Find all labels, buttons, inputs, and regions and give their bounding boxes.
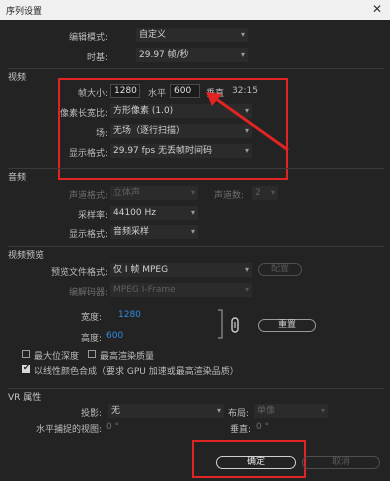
- preview-width-label: 宽度:: [80, 313, 102, 323]
- preview-format-value: 仅 I 帧 MPEG: [113, 265, 169, 275]
- display-format-label: 显示格式:: [68, 149, 108, 159]
- chevron-down-icon: ▾: [216, 406, 221, 415]
- audio-display-format-dropdown[interactable]: 音频采样 ▾: [110, 225, 198, 239]
- timebase-dropdown[interactable]: 29.97 帧/秒 ▾: [136, 48, 248, 62]
- channel-format-label: 声道格式:: [68, 191, 108, 201]
- chevron-down-icon: ▾: [190, 208, 195, 217]
- channels-label: 声道数:: [214, 191, 245, 201]
- chevron-down-icon: ▾: [240, 30, 245, 39]
- layout-dropdown[interactable]: 单像 ▾: [254, 404, 328, 418]
- divider: [8, 388, 384, 389]
- preview-height-label: 高度:: [80, 334, 102, 344]
- chevron-down-icon: ▾: [244, 285, 249, 294]
- codec-dropdown[interactable]: MPEG I-Frame ▾: [110, 283, 252, 297]
- projection-label: 投影:: [80, 409, 102, 419]
- sample-rate-dropdown[interactable]: 44100 Hz ▾: [110, 206, 198, 220]
- max-depth-checkbox[interactable]: [22, 350, 30, 358]
- horizontal-label: 水平: [148, 89, 167, 99]
- max-depth-label: 最大位深度: [34, 352, 80, 362]
- pixel-aspect-value: 方形像素 (1.0): [113, 106, 174, 116]
- divider: [8, 246, 384, 247]
- display-format-value: 29.97 fps 无丢帧时间码: [113, 146, 213, 156]
- divider: [8, 68, 384, 69]
- edit-mode-dropdown[interactable]: 自定义 ▾: [136, 28, 248, 42]
- vr-section-title: VR 属性: [8, 393, 42, 403]
- frame-height-input[interactable]: 600: [170, 84, 200, 98]
- codec-value: MPEG I-Frame: [113, 285, 176, 295]
- sample-rate-label: 采样率:: [77, 211, 108, 221]
- edit-mode-value: 自定义: [139, 30, 167, 40]
- vertical-vr-value[interactable]: 0 °: [256, 422, 269, 432]
- chevron-down-icon: ▾: [190, 188, 195, 197]
- chevron-down-icon: ▾: [270, 188, 275, 197]
- linear-color-label: 以线性颜色合成（要求 GPU 加速或最高渲染品质）: [34, 367, 239, 377]
- video-section-title: 视频: [8, 73, 27, 83]
- layout-label: 布局:: [228, 409, 250, 419]
- sample-rate-value: 44100 Hz: [113, 208, 156, 218]
- link-dimensions-icon[interactable]: [216, 308, 246, 344]
- h-view-value[interactable]: 0 °: [106, 422, 119, 432]
- channels-dropdown[interactable]: 2 ▾: [252, 186, 278, 200]
- red-arrow-annotation: [206, 92, 289, 152]
- preview-height-value[interactable]: 600: [106, 331, 123, 341]
- projection-value: 无: [111, 406, 121, 416]
- h-view-label: 水平捕捉的视图:: [35, 425, 102, 435]
- title-bar: 序列设置 ✕: [0, 0, 390, 20]
- preview-width-value[interactable]: 1280: [118, 310, 141, 320]
- preview-format-dropdown[interactable]: 仅 I 帧 MPEG ▾: [110, 263, 252, 277]
- reset-button[interactable]: 重置: [258, 319, 316, 332]
- channel-format-value: 立体声: [113, 188, 141, 198]
- frame-size-label: 帧大小:: [77, 89, 108, 99]
- field-label: 场:: [95, 129, 108, 139]
- cancel-button[interactable]: 取消: [302, 456, 380, 469]
- preview-section-title: 视频预览: [8, 251, 45, 261]
- edit-mode-label: 编辑模式:: [68, 33, 108, 43]
- codec-label: 编解码器:: [68, 288, 108, 298]
- vertical-vr-label: 垂直:: [230, 425, 252, 435]
- preview-format-label: 预览文件格式:: [50, 268, 108, 278]
- timebase-label: 时基:: [86, 53, 108, 63]
- layout-value: 单像: [257, 406, 276, 416]
- field-value: 无场（逐行扫描）: [113, 126, 186, 136]
- audio-display-format-value: 音频采样: [113, 227, 150, 237]
- max-quality-checkbox[interactable]: [88, 350, 96, 358]
- window-title: 序列设置: [6, 7, 43, 17]
- linear-color-checkbox[interactable]: [22, 363, 30, 373]
- close-icon[interactable]: ✕: [372, 2, 382, 16]
- divider: [8, 168, 384, 169]
- chevron-down-icon: ▾: [240, 50, 245, 59]
- channels-value: 2: [255, 188, 261, 198]
- channel-format-dropdown[interactable]: 立体声 ▾: [110, 186, 198, 200]
- config-button[interactable]: 配置: [258, 263, 302, 276]
- frame-width-input[interactable]: 1280: [110, 84, 140, 98]
- audio-display-format-label: 显示格式:: [68, 230, 108, 240]
- max-quality-label: 最高渲染质量: [100, 352, 155, 362]
- projection-dropdown[interactable]: 无 ▾: [108, 404, 224, 418]
- audio-section-title: 音频: [8, 173, 27, 183]
- ok-button[interactable]: 确定: [216, 456, 296, 469]
- pixel-aspect-label: 像素长宽比:: [59, 109, 108, 119]
- chevron-down-icon: ▾: [320, 406, 325, 415]
- chevron-down-icon: ▾: [190, 227, 195, 236]
- sequence-settings-dialog: 编辑模式: 自定义 ▾ 时基: 29.97 帧/秒 ▾ 视频 帧大小: 1280 水…: [2, 20, 388, 481]
- timebase-value: 29.97 帧/秒: [139, 50, 189, 60]
- chevron-down-icon: ▾: [244, 265, 249, 274]
